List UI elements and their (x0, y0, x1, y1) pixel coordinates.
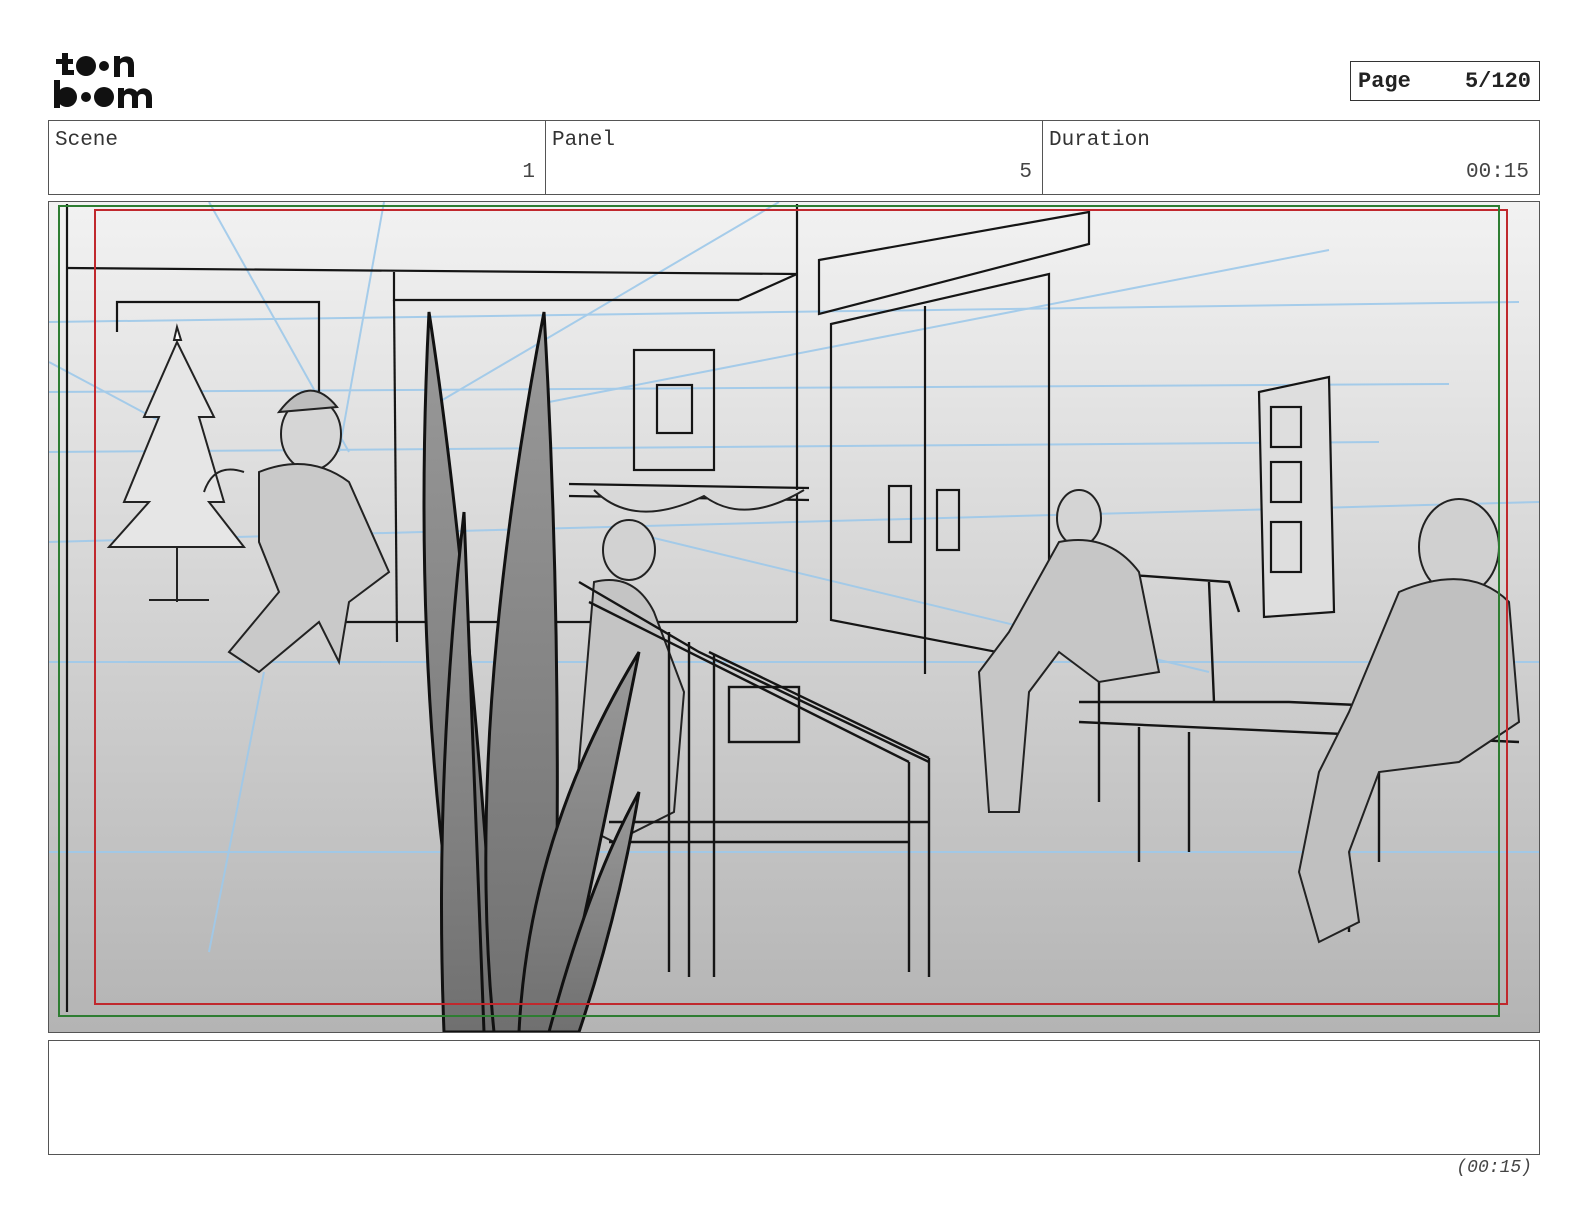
panel-notes-area (48, 1040, 1540, 1155)
toonboom-logo (54, 53, 152, 108)
duration-label: Duration (1049, 129, 1150, 152)
panel-label: Panel (552, 129, 616, 152)
scene-cell: Scene 1 (49, 121, 546, 194)
bookshelf (1257, 375, 1336, 619)
panel-drawing (49, 202, 1539, 1032)
scene-value: 1 (522, 161, 535, 184)
duration-value: 00:15 (1465, 161, 1529, 184)
footer-duration: (00:15) (1456, 1158, 1532, 1178)
page-label: Page (1358, 68, 1411, 94)
page-number: 5/120 (1464, 68, 1531, 94)
panel-cell: Panel 5 (546, 121, 1043, 194)
panel-info-table: Scene 1 Panel 5 Duration 00:15 (48, 120, 1540, 195)
scene-label: Scene (55, 129, 119, 152)
page-indicator: Page 5/120 (1350, 61, 1540, 101)
storyboard-panel (48, 201, 1540, 1033)
duration-cell: Duration 00:15 (1043, 121, 1539, 194)
panel-value: 5 (1019, 161, 1032, 184)
